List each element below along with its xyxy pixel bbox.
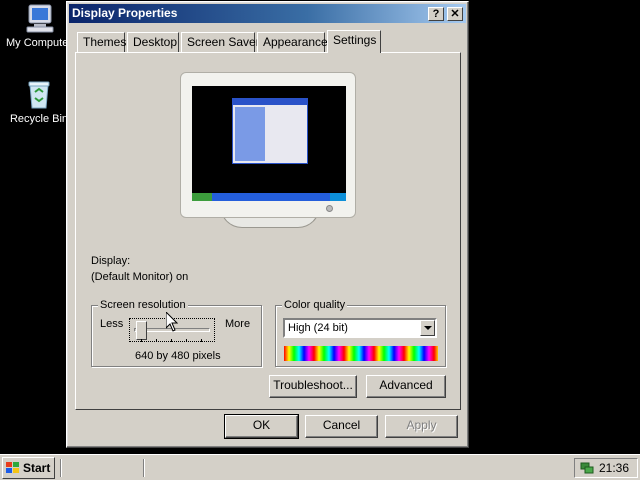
- color-quality-group: Color quality High (24 bit): [275, 299, 446, 367]
- recycle-bin-icon: [28, 81, 50, 109]
- slider-more-label: More: [225, 318, 251, 330]
- apply-button[interactable]: Apply: [385, 415, 458, 438]
- my-computer-icon: [26, 4, 54, 33]
- preview-taskbar: [192, 193, 346, 201]
- taskbar-separator: [143, 459, 145, 477]
- tab-themes[interactable]: Themes: [77, 32, 126, 52]
- screen-resolution-legend: Screen resolution: [98, 299, 188, 311]
- resolution-value: 640 by 480 pixels: [135, 350, 221, 362]
- troubleshoot-button[interactable]: Troubleshoot...: [269, 375, 357, 398]
- monitor-bezel: [180, 72, 356, 218]
- tab-appearance[interactable]: Appearance: [257, 32, 328, 52]
- taskbar: Start 21:36: [0, 454, 640, 480]
- color-spectrum-bar: [284, 346, 438, 361]
- advanced-label: Advanced: [379, 378, 433, 392]
- chevron-down-icon[interactable]: [420, 320, 435, 336]
- clock[interactable]: 21:36: [599, 461, 629, 475]
- tab-settings[interactable]: Settings: [327, 30, 381, 53]
- color-quality-select[interactable]: High (24 bit): [283, 318, 437, 338]
- system-tray: 21:36: [574, 458, 638, 478]
- tab-desktop[interactable]: Desktop: [127, 32, 179, 52]
- start-button[interactable]: Start: [2, 457, 55, 479]
- power-light-icon: [326, 205, 333, 212]
- desktop-icon-label: My Computer: [5, 37, 73, 49]
- preview-window-thumbnail: [232, 98, 308, 164]
- ok-button[interactable]: OK: [224, 414, 299, 439]
- desktop-icon-label: Recycle Bin: [9, 113, 69, 125]
- slider-thumb[interactable]: [136, 321, 147, 340]
- settings-panel: Display: (Default Monitor) on Screen res…: [75, 52, 461, 410]
- desktop-icon-my-computer[interactable]: My Computer: [4, 2, 74, 49]
- network-icon[interactable]: [580, 461, 594, 475]
- tab-screen-saver[interactable]: Screen Saver: [181, 32, 260, 52]
- monitor-preview: [180, 72, 356, 228]
- desktop-icon-recycle-bin[interactable]: Recycle Bin: [4, 78, 74, 125]
- close-button[interactable]: ✕: [447, 7, 463, 21]
- window-title: Display Properties: [72, 6, 178, 20]
- start-label: Start: [23, 461, 51, 475]
- slider-less-label: Less: [100, 318, 124, 330]
- display-label: Display:: [91, 255, 131, 267]
- display-properties-window: Display Properties ? ✕ Themes Desktop Sc…: [66, 1, 469, 448]
- advanced-button[interactable]: Advanced: [366, 375, 446, 398]
- help-button[interactable]: ?: [428, 7, 444, 21]
- mouse-pointer-icon: [166, 312, 178, 332]
- display-value: (Default Monitor) on: [91, 271, 189, 283]
- monitor-screen: [192, 86, 346, 201]
- cancel-button[interactable]: Cancel: [305, 415, 378, 438]
- color-quality-legend: Color quality: [282, 299, 348, 311]
- troubleshoot-label: Troubleshoot...: [273, 378, 353, 392]
- taskbar-separator: [60, 459, 62, 477]
- color-quality-value: High (24 bit): [288, 322, 348, 334]
- windows-logo-icon: [6, 462, 20, 474]
- window-titlebar[interactable]: Display Properties ? ✕: [69, 4, 466, 23]
